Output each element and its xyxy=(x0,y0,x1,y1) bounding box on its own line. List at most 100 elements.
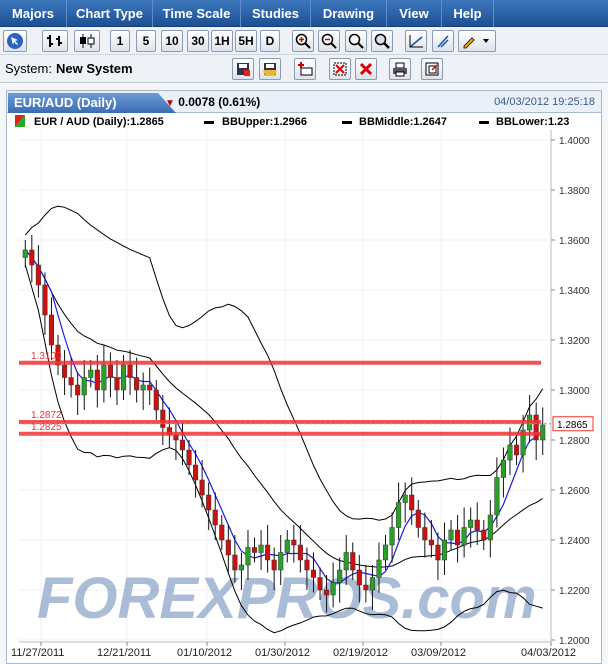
candle xyxy=(68,377,74,386)
timescale-10-button[interactable]: 10 xyxy=(161,30,183,52)
legend-bbupper-swatch xyxy=(204,121,214,124)
candle xyxy=(278,552,284,571)
candle xyxy=(494,477,500,516)
y-tick-label: 1.3600 xyxy=(559,236,590,247)
candle xyxy=(350,552,356,571)
horizontal-line[interactable] xyxy=(19,360,541,365)
current-price-label: 1.2865 xyxy=(557,420,588,431)
candle xyxy=(120,364,127,391)
menu-drawing[interactable]: Drawing xyxy=(311,0,387,27)
candle xyxy=(225,539,231,556)
candle xyxy=(101,364,107,391)
legend-bblower: BBLower:1.23 xyxy=(496,116,570,128)
timescale-5-button[interactable]: 5 xyxy=(136,30,156,52)
timescale-5h-button[interactable]: 5H xyxy=(235,30,257,52)
delete-icon[interactable] xyxy=(355,58,377,80)
timescale-1h-button[interactable]: 1H xyxy=(211,30,233,52)
candle xyxy=(448,529,454,541)
candle xyxy=(363,584,369,591)
menu-majors[interactable]: Majors xyxy=(0,0,67,27)
candle xyxy=(186,449,192,466)
horizontal-line[interactable] xyxy=(19,431,541,436)
candle xyxy=(500,459,506,478)
down-arrow-icon: ▼ xyxy=(165,98,175,109)
candle xyxy=(474,519,480,531)
candle xyxy=(382,544,389,561)
legend-bblower-swatch xyxy=(479,121,489,124)
menu-chart-type[interactable]: Chart Type xyxy=(67,0,153,27)
system-value[interactable]: New System xyxy=(56,61,133,76)
candlestick-icon[interactable] xyxy=(74,30,100,52)
candle xyxy=(88,369,94,378)
chart-tab[interactable]: EUR/AUD (Daily) xyxy=(8,93,176,113)
pointer-icon[interactable] xyxy=(3,30,27,52)
candle xyxy=(75,384,81,396)
timescale-1-button[interactable]: 1 xyxy=(110,30,130,52)
candle xyxy=(42,284,48,316)
candle xyxy=(428,539,434,546)
menu-view[interactable]: View xyxy=(387,0,442,27)
zoom-tool-icon[interactable] xyxy=(371,30,393,52)
candle xyxy=(29,249,35,266)
candle xyxy=(265,544,271,561)
price-change: ▼ 0.0078 (0.61%) xyxy=(165,95,260,109)
x-tick-label: 01/30/2012 xyxy=(255,647,310,659)
x-tick-label: 04/03/2012 xyxy=(521,647,576,659)
candle xyxy=(297,544,303,561)
watermark: FOREXPROS.com xyxy=(37,566,537,631)
candle xyxy=(435,544,441,561)
y-tick-label: 1.2000 xyxy=(559,636,590,647)
candle xyxy=(468,519,474,528)
timescale-30-button[interactable]: 30 xyxy=(187,30,209,52)
chart-legend: EUR / AUD (Daily):1.2865 BBUpper:1.2966 … xyxy=(7,114,601,130)
candle xyxy=(114,377,120,391)
print-icon[interactable] xyxy=(389,58,411,80)
candle xyxy=(127,364,133,378)
candle xyxy=(415,509,421,528)
candle xyxy=(481,529,487,541)
pencil-dropdown-icon[interactable] xyxy=(458,30,496,52)
remove-drawings-icon[interactable] xyxy=(329,58,351,80)
popout-window-icon[interactable] xyxy=(421,58,443,80)
x-tick-label: 03/09/2012 xyxy=(411,647,466,659)
add-indicator-icon[interactable] xyxy=(294,58,316,80)
menu-time-scale[interactable]: Time Scale xyxy=(153,0,241,27)
horizontal-line-label: 1.3109 xyxy=(31,351,62,362)
candle xyxy=(153,389,159,411)
system-label: System: xyxy=(5,61,52,76)
candle xyxy=(376,559,382,578)
candle xyxy=(513,444,520,456)
zoom-reset-icon[interactable] xyxy=(345,30,367,52)
candle xyxy=(455,529,461,546)
legend-color-icon xyxy=(15,115,25,130)
y-tick-label: 1.3200 xyxy=(559,336,590,347)
candle xyxy=(48,314,55,346)
candle xyxy=(422,527,428,541)
candle xyxy=(212,509,218,526)
y-tick-label: 1.2800 xyxy=(559,436,590,447)
zoom-out-icon[interactable] xyxy=(318,30,340,52)
open-folder-icon[interactable] xyxy=(259,58,281,80)
zoom-in-icon[interactable] xyxy=(292,30,314,52)
candle xyxy=(337,569,343,583)
y-tick-label: 1.4000 xyxy=(559,136,590,147)
price-change-value: 0.0078 (0.61%) xyxy=(178,95,261,109)
candle xyxy=(193,464,199,481)
candle xyxy=(507,444,513,461)
fibonacci-icon[interactable] xyxy=(432,30,454,52)
bar-chart-icon[interactable] xyxy=(42,30,68,52)
candle xyxy=(310,569,317,578)
candle xyxy=(369,577,375,591)
trendline-icon[interactable] xyxy=(405,30,427,52)
candle xyxy=(304,559,310,571)
chart-panel: EUR/AUD (Daily) ▼ 0.0078 (0.61%) 04/03/2… xyxy=(6,90,602,664)
price-chart[interactable]: FOREXPROS.com 1.31091.28721.2825 1.2865 1… xyxy=(7,130,601,664)
save-layout-icon[interactable] xyxy=(232,58,254,80)
timescale-d-button[interactable]: D xyxy=(260,30,280,52)
x-tick-label: 02/19/2012 xyxy=(333,647,388,659)
y-tick-label: 1.2400 xyxy=(559,536,590,547)
menu-studies[interactable]: Studies xyxy=(241,0,311,27)
legend-bbmiddle-swatch xyxy=(342,121,352,124)
menu-help[interactable]: Help xyxy=(442,0,494,27)
chart-tab-bar: EUR/AUD (Daily) ▼ 0.0078 (0.61%) 04/03/2… xyxy=(7,91,601,113)
